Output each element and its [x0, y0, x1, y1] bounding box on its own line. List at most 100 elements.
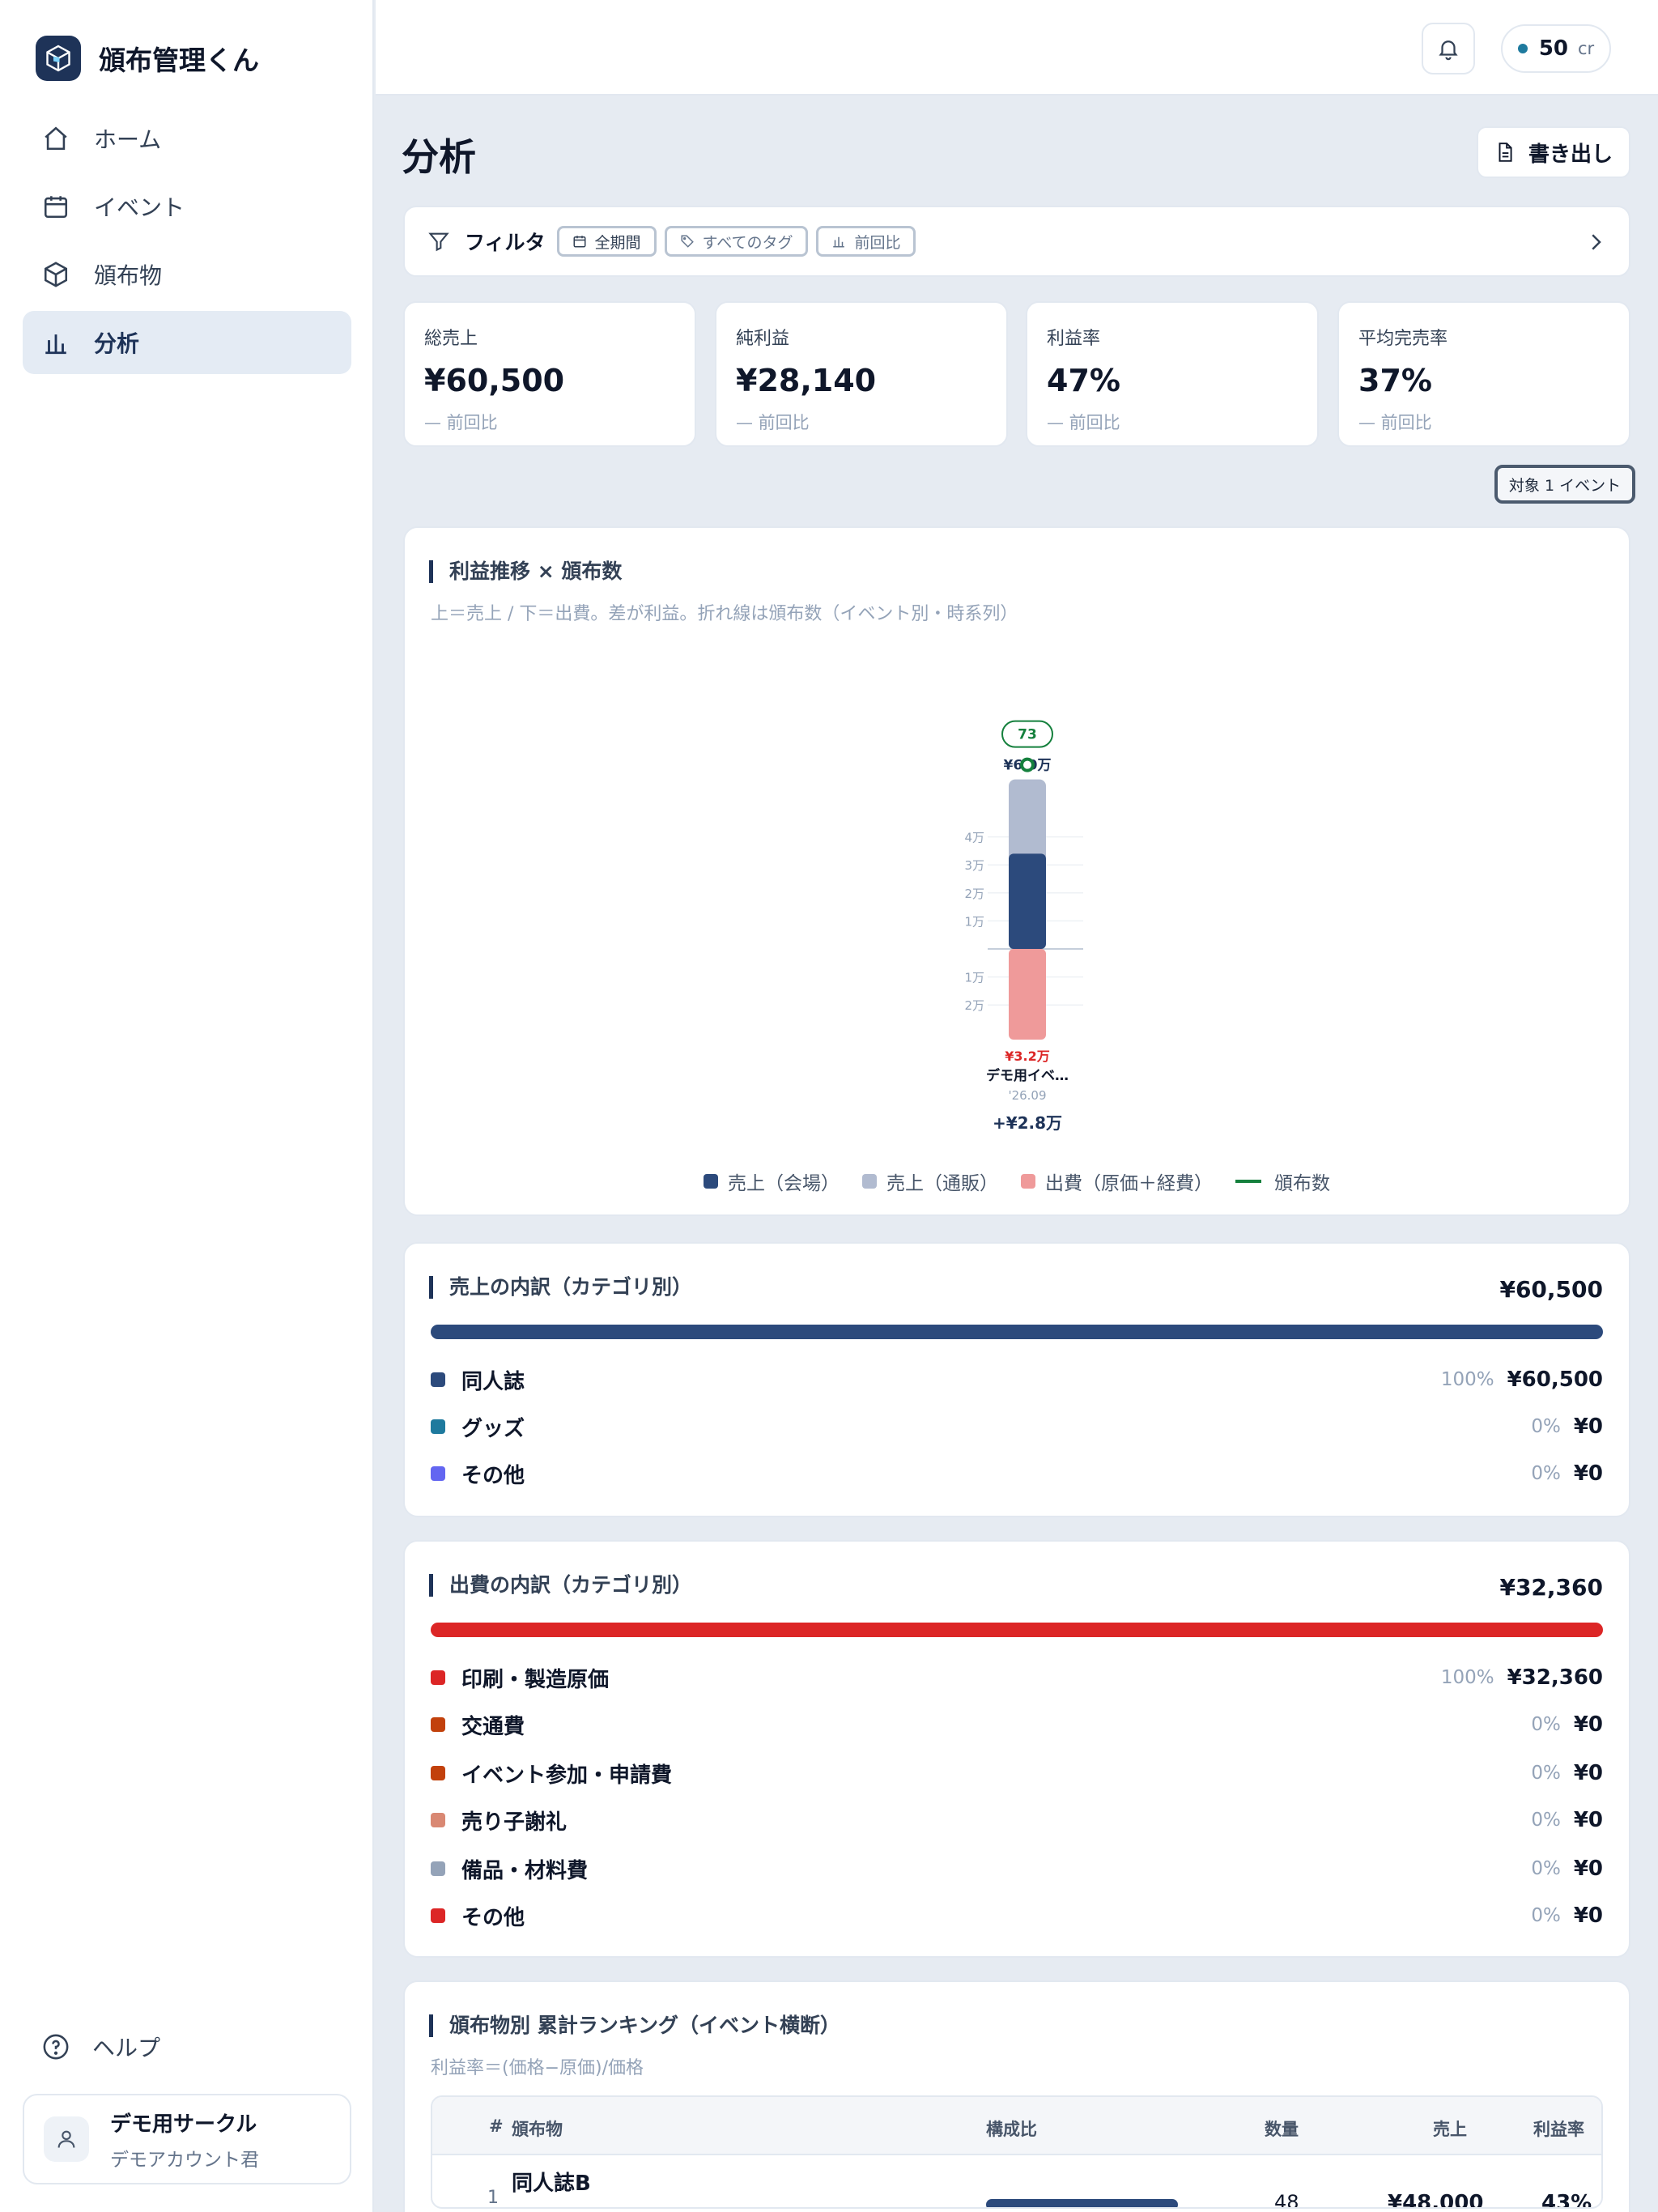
category-value: ¥32,360: [1507, 1665, 1603, 1690]
table-header: # 頒布物 構成比 数量 売上 利益率: [432, 2097, 1601, 2155]
category-value: ¥0: [1573, 1808, 1603, 1832]
expense-share-bar: [431, 1623, 1603, 1637]
help-link[interactable]: ヘルプ: [42, 2031, 160, 2063]
category-value: ¥0: [1573, 1857, 1603, 1881]
category-dot: [431, 1372, 445, 1387]
chart-legend: 売上（会場） 売上（通販） 出費（原価＋経費） 頒布数: [405, 1168, 1629, 1195]
help-circle-icon: [43, 2034, 69, 2060]
app-logo[interactable]: 頒布管理くん: [36, 36, 259, 81]
legend-item-expenses: 出費（原価＋経費）: [1021, 1168, 1213, 1195]
kpi-card-net-profit: 純利益 ¥28,140 — 前回比: [715, 301, 1008, 447]
category-label: 備品・材料費: [461, 1858, 589, 1883]
legend-label: 売上（通販）: [886, 1173, 998, 1194]
kpi-value: ¥28,140: [736, 363, 877, 398]
category-label: 交通費: [461, 1714, 525, 1739]
col-sales: 売上: [1433, 2120, 1467, 2139]
chevron-right-icon[interactable]: [1584, 230, 1608, 254]
count-point: [1020, 757, 1035, 772]
col-item: 頒布物: [512, 2120, 563, 2139]
sales-breakdown-card: 売上の内訳（カテゴリ別） ¥60,500 同人誌 100% ¥60,500 グッ…: [403, 1242, 1630, 1517]
category-dot: [431, 1908, 445, 1923]
target-events-badge[interactable]: 対象 1 イベント: [1494, 465, 1635, 504]
credit-unit: cr: [1578, 39, 1595, 58]
sales-share-bar: [431, 1325, 1603, 1339]
kpi-value: 47%: [1047, 363, 1120, 398]
col-share: 構成比: [986, 2120, 1037, 2139]
card-subtitle: 利益率＝(価格−原価)/価格: [431, 2058, 644, 2078]
nav-item-analytics[interactable]: 分析: [23, 311, 351, 374]
category-value: ¥0: [1573, 1414, 1603, 1439]
user-card[interactable]: デモ用サークル デモアカウント君: [23, 2094, 351, 2184]
home-icon: [45, 126, 67, 151]
y-tick-label: 3万: [964, 858, 984, 873]
kpi-compare: — 前回比: [424, 413, 498, 432]
kpi-value: 37%: [1358, 363, 1432, 398]
category-pct: 0%: [1531, 1714, 1561, 1735]
list-item: 売り子謝礼 0% ¥0: [431, 1804, 1603, 1836]
list-item: その他 0% ¥0: [431, 1899, 1603, 1932]
card-title: 売上の内訳（カテゴリ別）: [429, 1276, 692, 1299]
category-label: その他: [461, 1463, 525, 1488]
profit-chart-card: 利益推移 × 頒布数 上＝売上 / 下＝出費。差が利益。折れ線は頒布数（イベント…: [403, 526, 1630, 1216]
category-dot: [431, 1861, 445, 1876]
bar-chart-icon: [45, 334, 66, 355]
filter-chip-compare[interactable]: 前回比: [816, 226, 916, 257]
category-dot: [431, 1419, 445, 1434]
nav-item-label: 分析: [94, 330, 140, 357]
filter-chip-tags[interactable]: すべてのタグ: [664, 226, 809, 257]
nav-item-events[interactable]: イベント: [23, 175, 351, 238]
notifications-button[interactable]: [1422, 23, 1475, 74]
bell-icon: [1439, 40, 1458, 61]
kpi-card-total-sales: 総売上 ¥60,500 — 前回比: [403, 301, 696, 447]
y-tick-label: 1万: [964, 914, 984, 929]
kpi-label: 平均完売率: [1358, 329, 1448, 349]
kpi-card-profit-margin: 利益率 47% — 前回比: [1026, 301, 1319, 447]
kpi-label: 純利益: [736, 329, 790, 349]
legend-label: 出費（原価＋経費）: [1045, 1173, 1213, 1194]
list-item: グッズ 0% ¥0: [431, 1410, 1603, 1443]
y-tick-label: 4万: [964, 831, 984, 845]
export-label: 書き出し: [1528, 142, 1613, 167]
category-value: ¥0: [1573, 1904, 1603, 1928]
bar-expenses: [1009, 949, 1046, 1040]
nav-item-home[interactable]: ホーム: [23, 107, 351, 170]
kpi-compare: — 前回比: [1358, 413, 1432, 432]
category-pct: 0%: [1531, 1858, 1561, 1879]
profit-chart: 1万2万3万4万1万2万¥6.0万73¥3.2万デモ用イベ…'26.09+¥2.…: [964, 720, 1083, 1133]
category-dot: [431, 1813, 445, 1827]
page-title: 分析: [402, 135, 476, 179]
filter-bar[interactable]: フィルタ 全期間 すべてのタグ 前回比: [403, 206, 1630, 277]
filter-chip-period[interactable]: 全期間: [556, 226, 657, 257]
category-dot: [431, 1717, 445, 1732]
y-tick-label: 1万: [964, 971, 984, 985]
card-title: 出費の内訳（カテゴリ別）: [429, 1574, 692, 1597]
kpi-label: 総売上: [424, 329, 478, 349]
category-label: 同人誌: [461, 1369, 525, 1394]
card-total: ¥32,360: [1499, 1574, 1603, 1601]
list-item: 印刷・製造原価 100% ¥32,360: [431, 1661, 1603, 1694]
nav-item-label: 頒布物: [94, 262, 163, 289]
y-tick-label: 2万: [964, 998, 984, 1013]
credit-balance[interactable]: 50 cr: [1501, 24, 1611, 73]
nav-item-items[interactable]: 頒布物: [23, 243, 351, 306]
kpi-compare: — 前回比: [1047, 413, 1120, 432]
table-row[interactable]: 1 同人誌B 48 ¥48,000 43%: [432, 2155, 1601, 2207]
export-button[interactable]: 書き出し: [1477, 126, 1630, 178]
kpi-compare: — 前回比: [736, 413, 810, 432]
share-bar-track: [986, 2199, 1229, 2207]
box-icon: [44, 262, 68, 287]
document-icon: [1499, 143, 1512, 162]
calendar-icon: [44, 196, 68, 219]
tag-icon: [681, 235, 694, 248]
category-label: 売り子謝礼: [461, 1810, 568, 1835]
expense-breakdown-card: 出費の内訳（カテゴリ別） ¥32,360 印刷・製造原価 100% ¥32,36…: [403, 1540, 1630, 1958]
col-margin: 利益率: [1533, 2120, 1584, 2139]
category-pct: 0%: [1531, 1810, 1561, 1831]
calendar-icon: [573, 236, 586, 248]
card-total: ¥60,500: [1499, 1276, 1603, 1303]
legend-swatch: [862, 1174, 877, 1189]
category-pct: 100%: [1440, 1667, 1494, 1688]
expense-total-label: ¥3.2万: [1005, 1049, 1049, 1064]
profit-label: +¥2.8万: [993, 1113, 1062, 1133]
legend-swatch: [704, 1174, 718, 1189]
